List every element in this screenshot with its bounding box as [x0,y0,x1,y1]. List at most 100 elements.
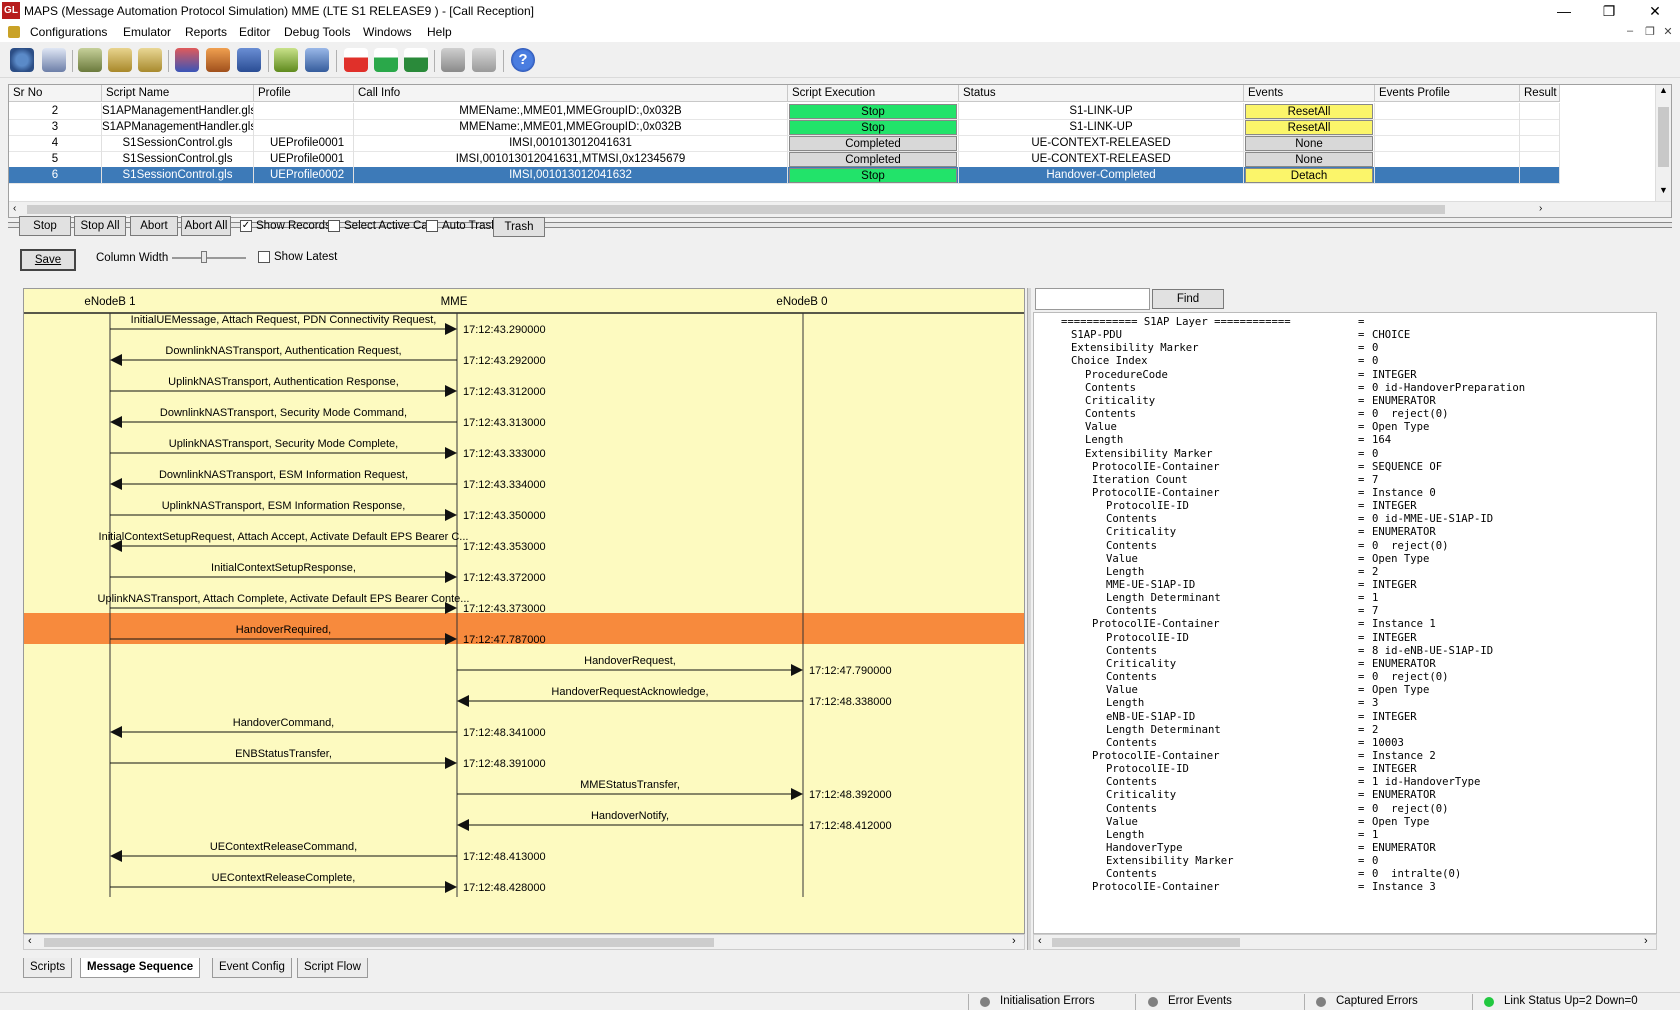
decode-line[interactable]: Value = Open Type [1034,683,1654,697]
scroll-right-arrow-icon[interactable]: › [1644,935,1648,947]
table-row[interactable]: 4 S1SessionControl.gls UEProfile0001 IMSI,0… [9,135,1657,152]
table-row[interactable]: 3 S1APManagementHandler.gls MMEName:,MME01… [9,119,1657,136]
save-button[interactable]: Save [20,249,76,271]
event-button[interactable]: Detach [1245,168,1373,183]
decode-line[interactable]: ProtocolIE-ID = INTEGER [1034,631,1654,645]
decode-line[interactable]: Extensibility Marker = 0 [1034,341,1654,355]
show-records-checkbox[interactable]: ✓ [240,220,252,232]
decode-line[interactable]: Criticality = ENUMERATOR [1034,788,1654,802]
message-label[interactable]: HandoverRequired, [236,624,331,636]
message-label[interactable]: InitialContextSetupRequest, Attach Accep… [99,531,469,543]
settings-icon[interactable] [305,48,329,72]
script-execution-button[interactable]: Completed [789,136,957,151]
minimize-button[interactable]: — [1541,0,1587,22]
decode-horizontal-thumb[interactable] [1052,938,1240,947]
message-label[interactable]: DownlinkNASTransport, Authentication Req… [165,345,401,357]
decode-line[interactable]: HandoverType = ENUMERATOR [1034,841,1654,855]
grid-vertical-scrollbar[interactable]: ▲ ▼ [1655,85,1671,201]
message-label[interactable]: InitialUEMessage, Attach Request, PDN Co… [131,314,437,326]
gear-icon[interactable] [10,48,34,72]
decode-line[interactable]: Contents = 0 id-MME-UE-S1AP-ID [1034,512,1654,526]
close-button[interactable]: ✕ [1632,0,1678,22]
decode-line[interactable]: ProtocolIE-Container = Instance 0 [1034,486,1654,500]
decode-line[interactable]: Contents = 0 intralte(0) [1034,867,1654,881]
message-label[interactable]: HandoverCommand, [233,717,335,729]
message-label[interactable]: UplinkNASTransport, ESM Information Resp… [162,500,406,512]
menu-emulator[interactable]: Emulator [123,25,171,39]
decode-line[interactable]: Criticality = ENUMERATOR [1034,394,1654,408]
column-width-slider-thumb[interactable] [201,251,207,263]
decode-line[interactable]: ProtocolIE-Container = Instance 1 [1034,617,1654,631]
decode-line[interactable]: Contents = 0 id-HandoverPreparation [1034,381,1654,395]
message-label[interactable]: HandoverNotify, [591,810,669,822]
message-label[interactable]: HandoverRequest, [584,655,676,667]
find-input[interactable] [1035,288,1150,310]
message-label[interactable]: DownlinkNASTransport, Security Mode Comm… [160,407,407,419]
sequence-horizontal-scrollbar[interactable]: ‹ › [23,934,1025,950]
column-header-events[interactable]: Events [1244,85,1375,102]
scroll-right-arrow-icon[interactable]: › [1539,203,1542,214]
decode-line[interactable]: Length Determinant = 2 [1034,723,1654,737]
stop-all-button[interactable]: Stop All [74,216,126,236]
stop-button[interactable]: Stop [19,216,71,236]
decode-line[interactable]: Value = Open Type [1034,552,1654,566]
decode-line[interactable]: Length = 1 [1034,828,1654,842]
column-header-status[interactable]: Status [959,85,1244,102]
profile-icon[interactable] [108,48,132,72]
decode-line[interactable]: MME-UE-S1AP-ID = INTEGER [1034,578,1654,592]
find-button[interactable]: Find [1152,289,1224,309]
record-pause-icon[interactable] [404,48,428,72]
column-header-script-name[interactable]: Script Name [102,85,254,102]
column-header-events-profile[interactable]: Events Profile [1375,85,1520,102]
record-green-icon[interactable] [374,48,398,72]
message-label[interactable]: InitialContextSetupResponse, [211,562,356,574]
event-button[interactable]: None [1245,136,1373,151]
decode-line[interactable]: Contents = 0 reject(0) [1034,670,1654,684]
decode-line[interactable]: Contents = 0 reject(0) [1034,539,1654,553]
load-icon[interactable] [138,48,162,72]
show-latest-checkbox[interactable] [258,251,270,263]
wizard-grey-icon[interactable] [472,48,496,72]
mdi-close-button[interactable]: ✕ [1660,25,1676,38]
decode-line[interactable]: ============ S1AP Layer ============ = [1034,315,1654,329]
message-label[interactable]: MMEStatusTransfer, [580,779,680,791]
auto-trash-checkbox[interactable] [426,220,438,232]
script-execution-button[interactable]: Stop [789,104,957,119]
menu-configurations[interactable]: Configurations [30,25,107,39]
decode-line[interactable]: Length Determinant = 1 [1034,591,1654,605]
decode-line[interactable]: Value = Open Type [1034,420,1654,434]
menu-debug-tools[interactable]: Debug Tools [284,25,351,39]
status-initialisation-errors[interactable]: Initialisation Errors [1000,995,1095,1007]
decode-line[interactable]: Contents = 0 reject(0) [1034,407,1654,421]
status-error-events[interactable]: Error Events [1168,995,1232,1007]
message-label[interactable]: HandoverRequestAcknowledge, [551,686,708,698]
scroll-right-arrow-icon[interactable]: › [1012,935,1016,947]
vertical-splitter[interactable] [1027,288,1031,950]
message-label[interactable]: UEContextReleaseCommand, [210,841,357,853]
decode-line[interactable]: eNB-UE-S1AP-ID = INTEGER [1034,710,1654,724]
decode-line[interactable]: ProtocolIE-Container = Instance 2 [1034,749,1654,763]
grid-horizontal-scrollbar[interactable]: ‹ › [9,201,1671,217]
menu-reports[interactable]: Reports [185,25,227,39]
decode-line[interactable]: Criticality = ENUMERATOR [1034,657,1654,671]
decode-line[interactable]: Criticality = ENUMERATOR [1034,525,1654,539]
menu-help[interactable]: Help [427,25,452,39]
decode-line[interactable]: ProtocolIE-Container = Instance 3 [1034,880,1654,894]
stop-icon[interactable] [175,48,199,72]
tab-scripts[interactable]: Scripts [23,958,73,978]
decode-line[interactable]: Length = 164 [1034,433,1654,447]
decode-line[interactable]: ProtocolIE-ID = INTEGER [1034,762,1654,776]
event-button[interactable]: None [1245,152,1373,167]
trash-button[interactable]: Trash [493,217,545,237]
sequence-horizontal-thumb[interactable] [44,938,714,947]
decode-line[interactable]: ProtocolIE-ID = INTEGER [1034,499,1654,513]
message-label[interactable]: UplinkNASTransport, Security Mode Comple… [169,438,398,450]
message-label[interactable]: DownlinkNASTransport, ESM Information Re… [159,469,408,481]
record-red-icon[interactable] [344,48,368,72]
menu-windows[interactable]: Windows [363,25,412,39]
decode-line[interactable]: Contents = 7 [1034,604,1654,618]
script-execution-button[interactable]: Completed [789,152,957,167]
lock-icon[interactable] [237,48,261,72]
column-header-result[interactable]: Result [1520,85,1560,102]
column-width-slider[interactable] [172,257,246,259]
